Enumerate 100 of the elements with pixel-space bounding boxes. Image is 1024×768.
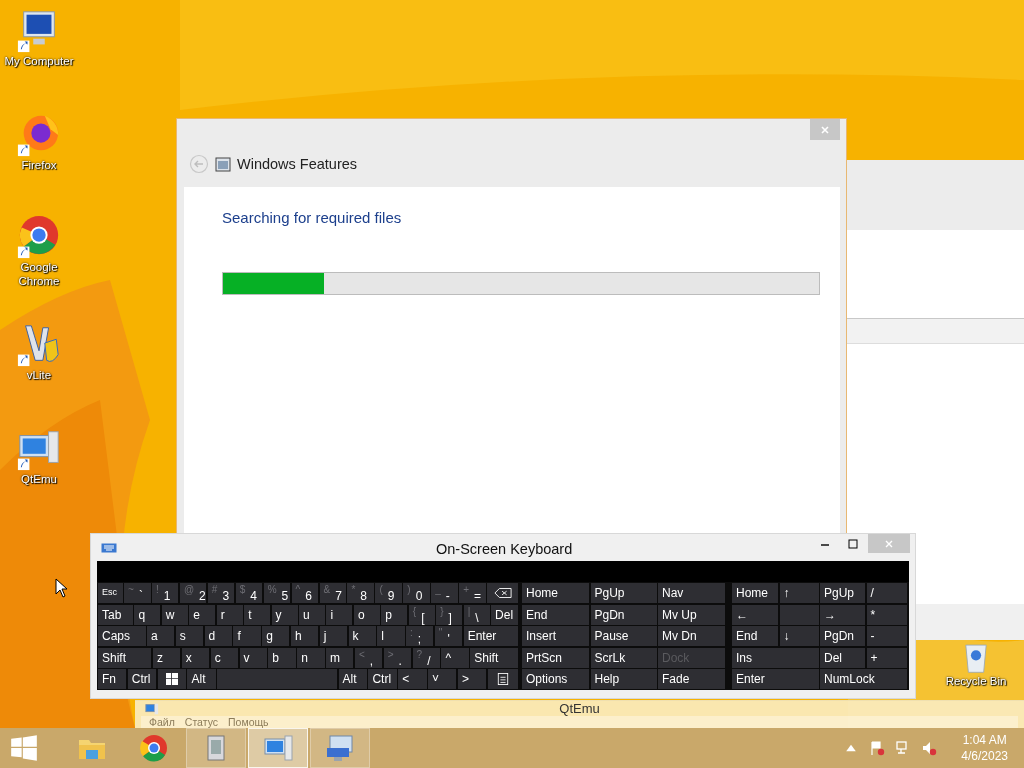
- key[interactable]: _ -: [431, 583, 458, 603]
- key[interactable]: Shift: [470, 647, 518, 668]
- key[interactable]: * 8: [347, 583, 374, 603]
- key[interactable]: @ 2: [179, 583, 207, 603]
- key[interactable]: < ,: [354, 647, 383, 668]
- key[interactable]: d: [204, 626, 232, 646]
- key[interactable]: Ctrl: [368, 669, 397, 689]
- key[interactable]: PgDn: [590, 604, 657, 625]
- key[interactable]: Home: [522, 583, 589, 603]
- key[interactable]: $ 4: [235, 583, 263, 603]
- key[interactable]: s: [175, 626, 204, 646]
- key[interactable]: Alt: [338, 669, 367, 689]
- key[interactable]: ? /: [412, 647, 440, 668]
- key[interactable]: PgDn: [820, 626, 865, 646]
- key[interactable]: Enter: [732, 669, 819, 689]
- key[interactable]: h: [290, 626, 319, 646]
- key[interactable]: Mv Up: [658, 604, 725, 625]
- key[interactable]: l: [377, 626, 405, 646]
- key[interactable]: <: [398, 669, 427, 689]
- taskbar-book-button[interactable]: [186, 728, 246, 768]
- key[interactable]: n: [297, 647, 325, 668]
- key[interactable]: ←: [732, 604, 778, 625]
- key[interactable]: p: [381, 604, 408, 625]
- key[interactable]: Options: [522, 669, 589, 689]
- key[interactable]: % 5: [263, 583, 291, 603]
- key[interactable]: m: [326, 647, 354, 668]
- key[interactable]: } ]: [436, 604, 463, 625]
- key[interactable]: /: [866, 583, 907, 603]
- key[interactable]: Home: [732, 583, 778, 603]
- windows-key[interactable]: [157, 669, 186, 689]
- vlite-icon[interactable]: [16, 322, 62, 368]
- key[interactable]: & 7: [319, 583, 346, 603]
- key[interactable]: +: [866, 647, 907, 668]
- key[interactable]: | \: [463, 604, 490, 625]
- key[interactable]: e: [189, 604, 216, 625]
- key[interactable]: Del: [820, 647, 865, 668]
- key[interactable]: *: [866, 604, 907, 625]
- key[interactable]: ↑: [779, 583, 819, 603]
- key[interactable]: c: [210, 647, 238, 668]
- key[interactable]: k: [348, 626, 376, 646]
- key[interactable]: y: [271, 604, 298, 625]
- key[interactable]: q: [134, 604, 161, 625]
- key[interactable]: f: [233, 626, 261, 646]
- key[interactable]: ~ `: [124, 583, 151, 603]
- key[interactable]: NumLock: [820, 669, 907, 689]
- key[interactable]: Pause: [590, 626, 657, 646]
- key[interactable]: Esc: [98, 583, 123, 603]
- key[interactable]: Fade: [658, 669, 725, 689]
- input-field[interactable]: [97, 561, 909, 582]
- key[interactable]: j: [319, 626, 347, 646]
- key[interactable]: x: [181, 647, 210, 668]
- key[interactable]: Alt: [187, 669, 216, 689]
- key[interactable]: End: [522, 604, 589, 625]
- key[interactable]: # 3: [207, 583, 235, 603]
- key[interactable]: t: [244, 604, 271, 625]
- menu-item[interactable]: Файл: [149, 716, 175, 728]
- key[interactable]: ↓: [779, 626, 819, 646]
- key[interactable]: ^ 6: [291, 583, 319, 603]
- key[interactable]: z: [152, 647, 181, 668]
- key[interactable]: ˅: [428, 669, 457, 689]
- key[interactable]: g: [262, 626, 290, 646]
- key[interactable]: v: [239, 647, 267, 668]
- key[interactable]: PrtScn: [522, 647, 589, 668]
- key[interactable]: o: [353, 604, 380, 625]
- key[interactable]: u: [299, 604, 325, 625]
- key[interactable]: ScrLk: [590, 647, 657, 668]
- key[interactable]: w: [161, 604, 188, 625]
- menu-item[interactable]: Помощь: [228, 716, 269, 728]
- key[interactable]: > .: [383, 647, 412, 668]
- key[interactable]: " ': [434, 626, 463, 646]
- key[interactable]: i: [326, 604, 353, 625]
- menu-item[interactable]: Статус: [184, 716, 219, 728]
- key[interactable]: ) 0: [403, 583, 430, 603]
- key[interactable]: Mv Dn: [658, 626, 725, 646]
- key[interactable]: ^: [441, 647, 469, 668]
- backspace-key[interactable]: [487, 583, 519, 603]
- start-button[interactable]: [10, 734, 38, 762]
- key[interactable]: a: [147, 626, 175, 646]
- key[interactable]: b: [268, 647, 296, 668]
- key[interactable]: PgUp: [590, 583, 657, 603]
- key[interactable]: { [: [408, 604, 435, 625]
- taskbar-qtemu-button[interactable]: [248, 728, 308, 768]
- key[interactable]: Del: [491, 604, 518, 625]
- key[interactable]: Nav: [658, 583, 725, 603]
- key[interactable]: + =: [459, 583, 486, 603]
- key[interactable]: Fn: [98, 669, 127, 689]
- key[interactable]: ! 1: [152, 583, 179, 603]
- taskbar-keyboard-button[interactable]: [310, 728, 370, 768]
- key[interactable]: : ;: [406, 626, 434, 646]
- speaker-icon[interactable]: [921, 740, 938, 756]
- key[interactable]: Enter: [463, 626, 518, 646]
- key[interactable]: Insert: [522, 626, 589, 646]
- key[interactable]: Ins: [732, 647, 819, 668]
- key[interactable]: →: [820, 604, 865, 625]
- flag-icon[interactable]: [869, 740, 886, 756]
- key[interactable]: Ctrl: [127, 669, 157, 689]
- key[interactable]: r: [216, 604, 243, 625]
- key[interactable]: ( 9: [375, 583, 402, 603]
- key[interactable]: -: [866, 626, 907, 646]
- key[interactable]: Caps: [98, 626, 146, 646]
